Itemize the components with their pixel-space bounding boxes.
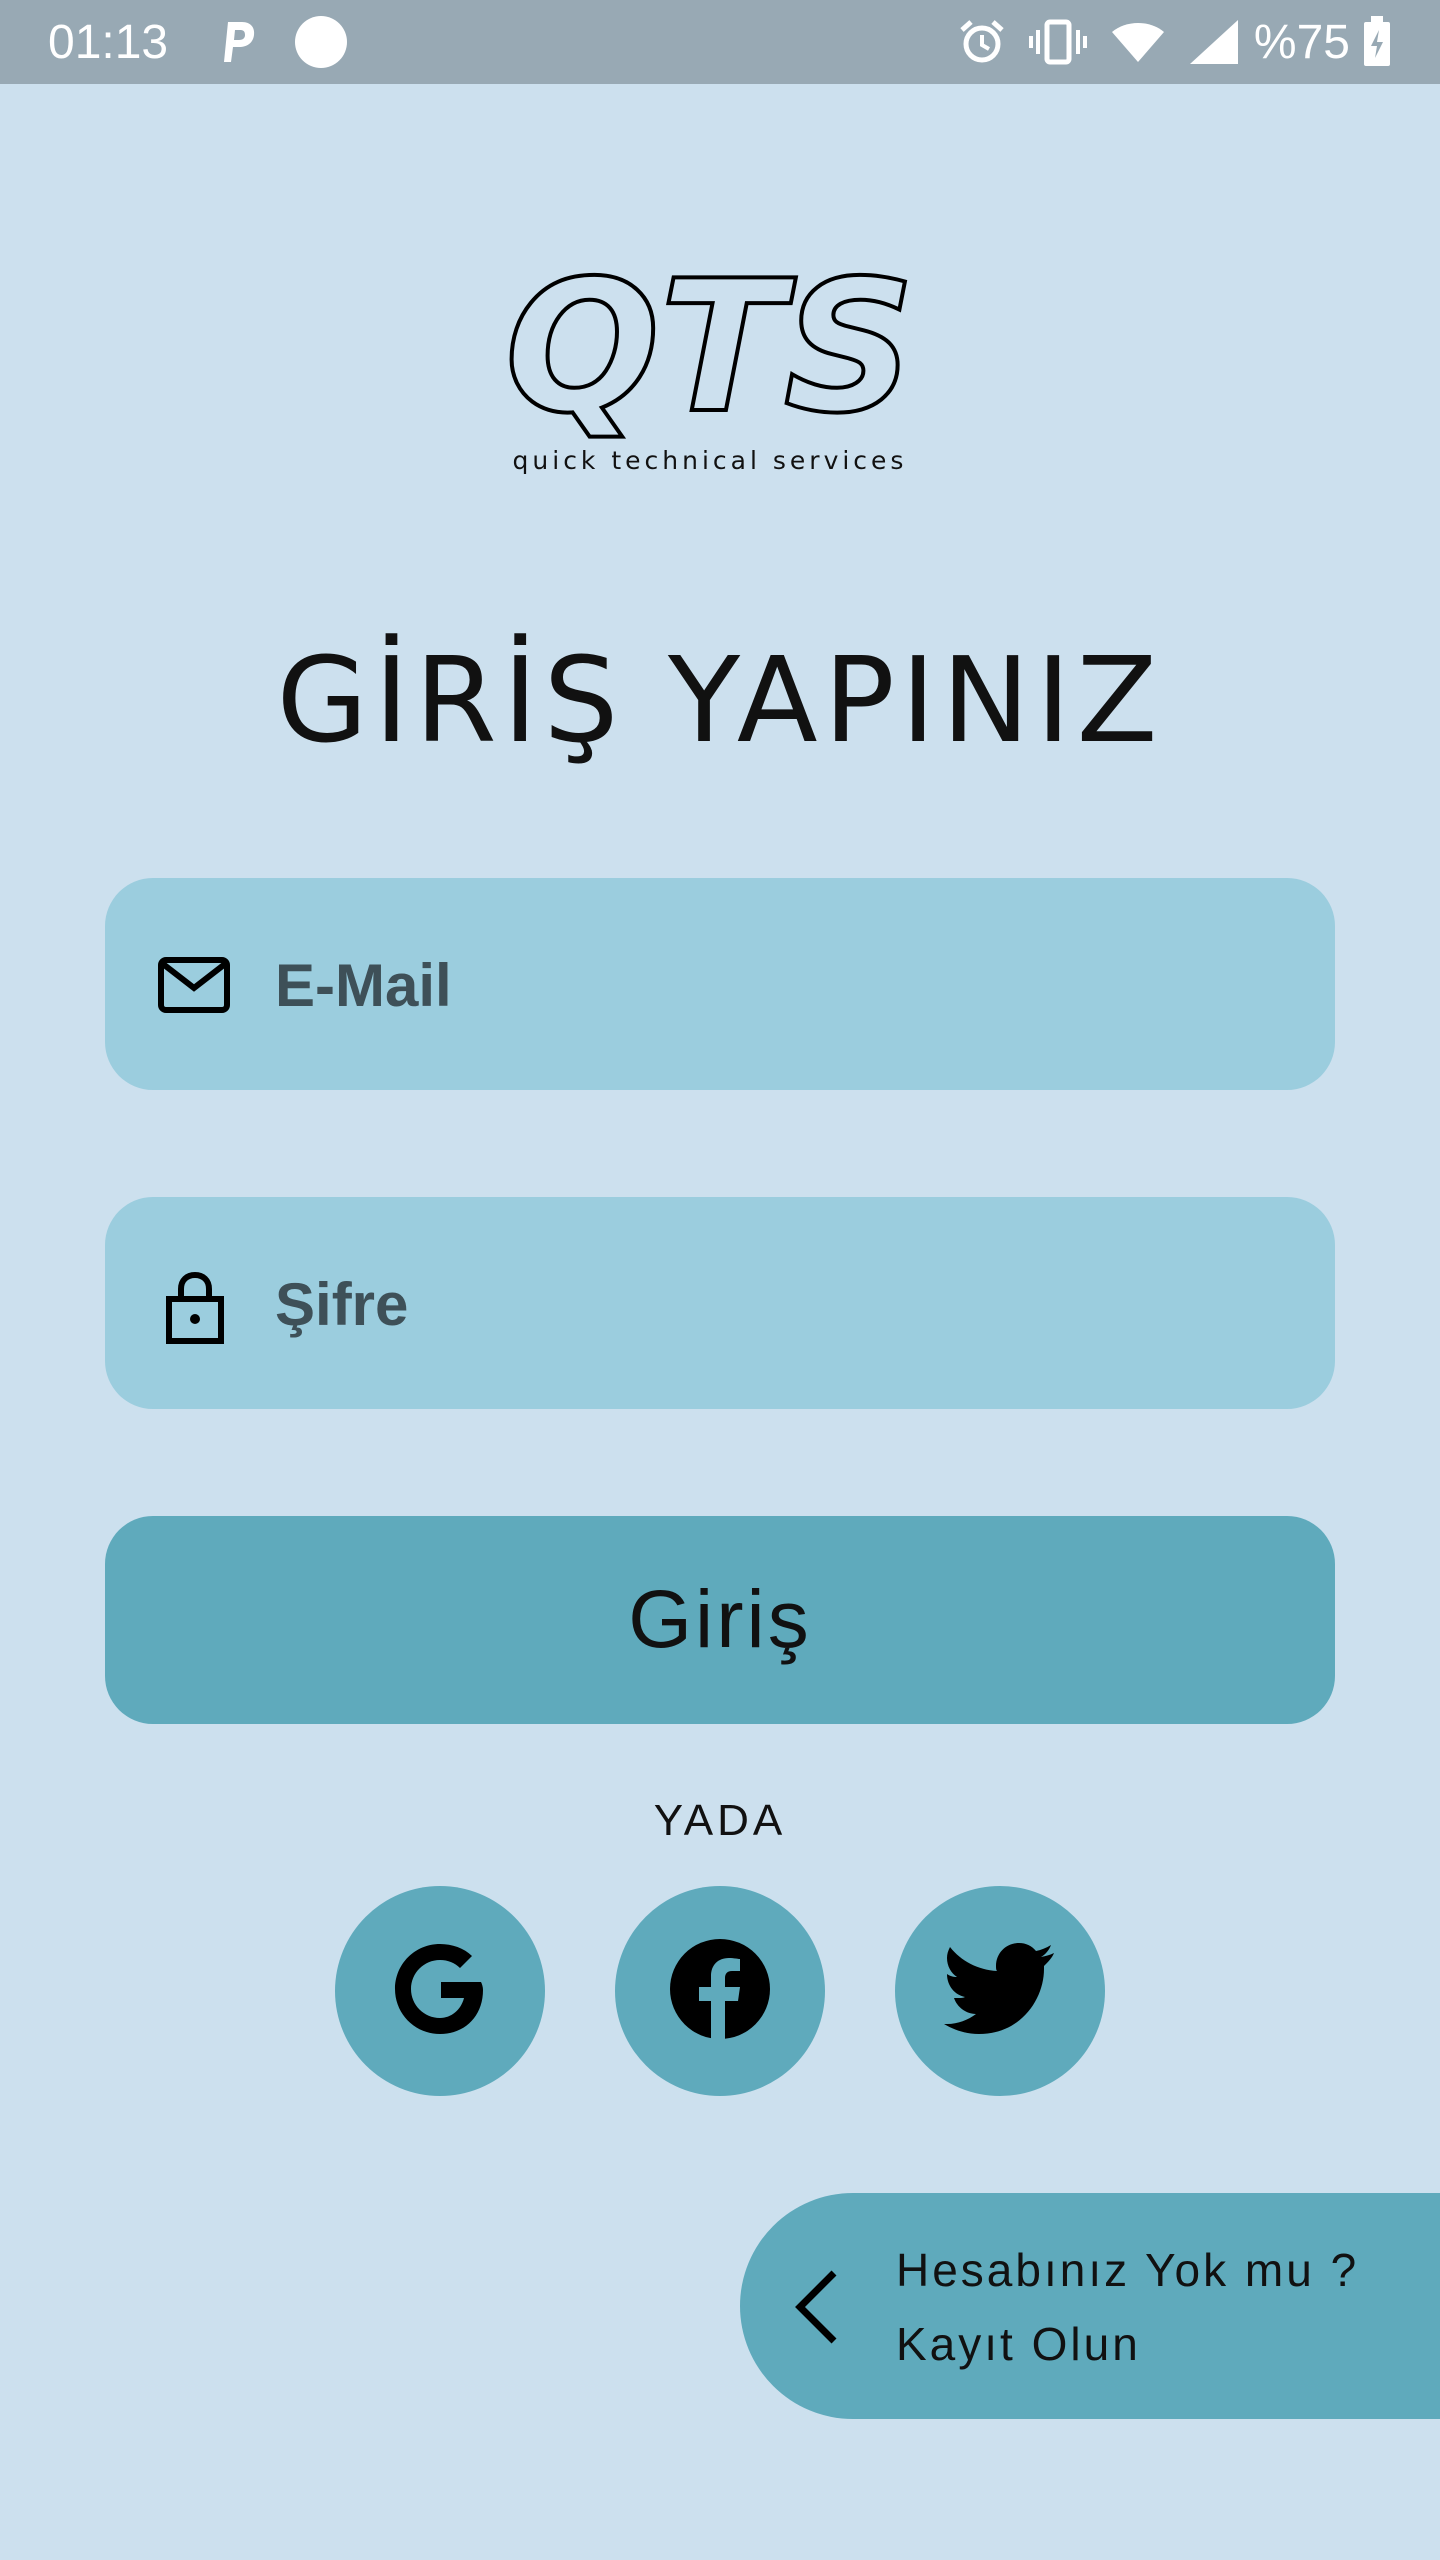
register-button[interactable]: Hesabınız Yok mu ? Kayıt Olun [740,2193,1440,2419]
battery-percent: %75 [1253,15,1350,69]
battery-charging-icon [1362,16,1392,68]
mail-icon [155,946,235,1026]
wifi-icon [1110,20,1166,64]
google-login-button[interactable] [335,1886,545,2096]
google-icon [385,1934,495,2049]
alarm-icon [958,18,1006,66]
status-bar-right: %75 [958,15,1392,70]
lock-icon [155,1265,235,1345]
twitter-login-button[interactable] [895,1886,1105,2096]
email-input[interactable] [273,918,1277,1052]
status-bar: 01:13 %75 [0,0,1440,84]
twitter-icon [944,1942,1056,2040]
status-time: 01:13 [48,15,169,69]
or-divider-text: YADA [653,1796,787,1845]
login-button[interactable]: Giriş [105,1516,1335,1724]
circle-notification-icon [294,15,348,69]
signal-icon [1188,18,1240,66]
logo-tagline: quick technical services [512,446,908,475]
logo-wordmark-icon: QTS [503,250,917,440]
app-logo: QTS quick technical services [490,250,930,490]
page-title: GİRİŞ YAPINIZ [276,631,1164,769]
password-field[interactable] [105,1197,1335,1409]
register-link-text: Kayıt Olun [896,2318,1141,2370]
chevron-left-icon [770,2259,866,2355]
email-field[interactable] [105,878,1335,1090]
register-prompt-text: Hesabınız Yok mu ? [896,2244,1360,2296]
vibrate-icon [1028,18,1088,66]
facebook-login-button[interactable] [615,1886,825,2096]
p-notification-icon [218,18,258,66]
svg-text:QTS: QTS [505,250,915,440]
status-bar-left: 01:13 [48,15,348,70]
password-input[interactable] [273,1237,1277,1371]
facebook-icon [668,1937,772,2046]
